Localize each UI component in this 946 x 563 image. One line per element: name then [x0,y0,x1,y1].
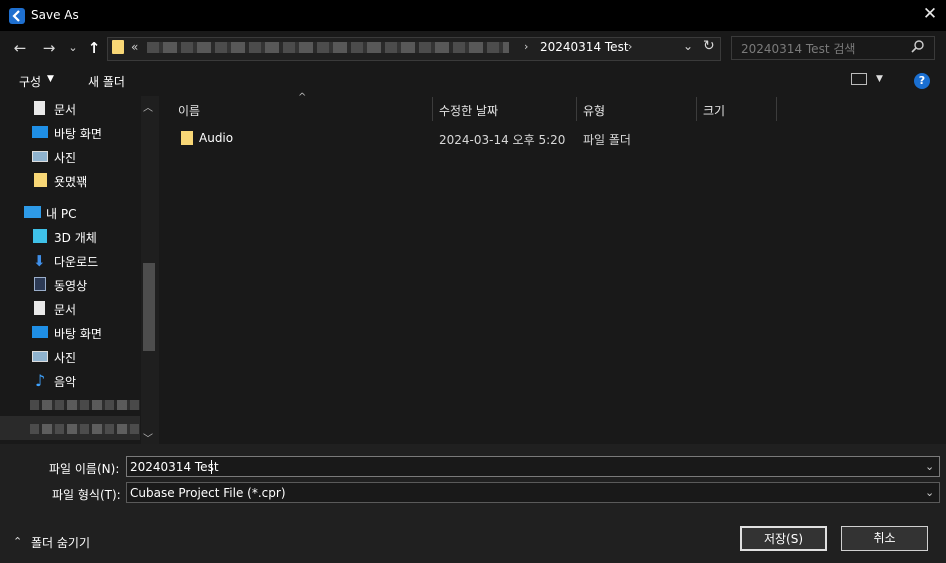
sidebar-item-redacted[interactable] [0,416,140,440]
column-divider[interactable] [576,97,577,121]
forward-button[interactable]: → [39,37,59,59]
close-icon[interactable]: ✕ [920,4,940,24]
recent-locations-chevron-icon[interactable]: ⌄ [63,37,83,59]
document-icon [34,101,45,115]
search-placeholder[interactable]: 20240314 Test 검색 [741,40,855,57]
address-overflow[interactable]: « [131,40,138,54]
column-header-modified[interactable]: 수정한 날짜 [439,102,498,119]
filename-label: 파일 이름(N): [49,462,120,476]
sidebar-item-3d-objects[interactable]: 3D 개체 [0,224,140,248]
column-header-type[interactable]: 유형 [583,102,605,119]
toolbar [0,65,946,96]
scroll-down-icon[interactable]: ﹀ [143,430,153,445]
up-button[interactable]: ↑ [84,37,104,59]
hide-folders-button[interactable]: 폴더 숨기기 [31,534,90,551]
pc-icon [24,206,41,218]
file-name[interactable]: Audio [199,131,233,145]
text-cursor [211,460,212,474]
file-modified: 2024-03-14 오후 5:20 [439,133,566,147]
chevron-up-icon[interactable]: ⌃ [13,535,22,548]
breadcrumb-current[interactable]: 20240314 Test [540,40,629,54]
column-header-size[interactable]: 크기 [703,102,725,119]
filetype-label: 파일 형식(T): [52,488,121,502]
back-button[interactable]: ← [10,37,30,59]
chevron-down-icon[interactable]: ▼ [47,74,54,84]
desktop-icon [32,326,48,338]
breadcrumb-separator[interactable]: › [524,40,528,53]
sidebar-item-downloads[interactable]: ⬇ 다운로드 [0,248,140,272]
video-icon [34,277,46,291]
filename-input[interactable] [126,456,940,477]
address-dropdown-icon[interactable]: ⌄ [683,39,693,53]
sidebar-scrollbar-thumb[interactable] [143,263,155,351]
desktop-icon [32,126,48,138]
sidebar-item-desktop-pc[interactable]: 바탕 화면 [0,320,140,344]
download-icon: ⬇ [33,252,46,270]
scroll-up-icon[interactable]: ︿ [143,99,153,114]
chevron-down-icon[interactable]: ⌄ [925,486,934,499]
sidebar-item-folder[interactable]: 욧몄꽦 [0,168,140,192]
chevron-down-icon[interactable]: ▼ [876,74,883,84]
column-header-name[interactable]: 이름 [178,102,200,119]
view-options-icon[interactable] [851,73,867,85]
app-icon [9,8,25,24]
save-button[interactable]: 저장(S) [740,526,827,551]
organize-button[interactable]: 구성 [19,73,41,90]
column-divider[interactable] [696,97,697,121]
document-icon [34,301,45,315]
folder-icon [112,40,124,54]
sort-ascending-icon: ^ [298,92,307,103]
pictures-icon [32,351,48,362]
search-icon[interactable] [911,39,925,57]
redacted-label [30,424,140,434]
help-icon[interactable]: ? [914,73,930,89]
pictures-icon [32,151,48,162]
breadcrumb-separator[interactable]: › [628,40,632,53]
filename-value[interactable]: 20240314 Test [130,460,219,474]
file-type: 파일 폴더 [583,133,631,147]
chevron-down-icon[interactable]: ⌄ [925,460,934,473]
column-divider[interactable] [432,97,433,121]
folder-icon [181,131,193,145]
folder-icon [34,173,47,187]
redacted-label [30,400,140,410]
3d-objects-icon [33,229,47,243]
sidebar-item-documents-pc[interactable]: 문서 [0,296,140,320]
title-bar [0,0,946,31]
window-title: Save As [31,8,79,22]
column-divider[interactable] [776,97,777,121]
filetype-value[interactable]: Cubase Project File (*.cpr) [130,486,286,500]
sidebar-item-pictures[interactable]: 사진 [0,144,140,168]
cancel-button[interactable]: 취소 [841,526,928,551]
sidebar-item-music[interactable]: ♪ 음악 [0,368,140,392]
sidebar-item-videos[interactable]: 동영상 [0,272,140,296]
address-path-redacted [147,42,509,53]
music-icon: ♪ [35,371,46,390]
refresh-icon[interactable]: ↻ [703,38,715,54]
sidebar-item-documents[interactable]: 문서 [0,96,140,120]
sidebar-item-redacted[interactable] [0,392,140,416]
sidebar-item-desktop[interactable]: 바탕 화면 [0,120,140,144]
sidebar-item-this-pc[interactable]: 내 PC [0,200,140,224]
new-folder-button[interactable]: 새 폴더 [88,73,125,90]
sidebar-item-pictures-pc[interactable]: 사진 [0,344,140,368]
